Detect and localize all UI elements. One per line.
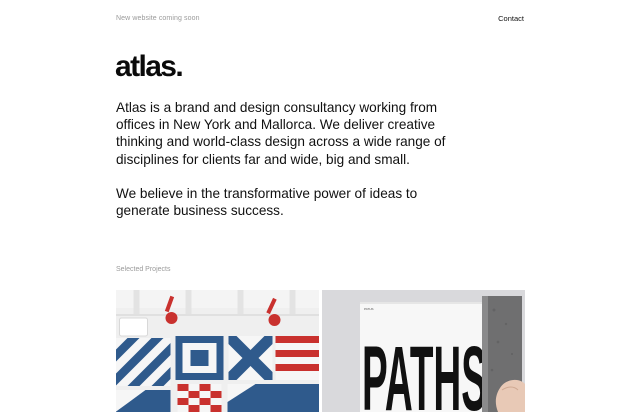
paths-magazine-image: PATHS PATHS xyxy=(322,290,525,412)
intro-text: Atlas is a brand and design consultancy … xyxy=(116,99,461,236)
svg-text:PATHS: PATHS xyxy=(364,307,374,311)
selected-projects-label: Selected Projects xyxy=(116,266,171,273)
nautical-flags-image xyxy=(116,290,319,412)
top-bar: New website coming soon Contact xyxy=(116,12,524,24)
intro-paragraph-1: Atlas is a brand and design consultancy … xyxy=(116,100,446,167)
projects-grid: PATHS PATHS xyxy=(116,290,525,412)
intro-paragraph-2: We believe in the transformative power o… xyxy=(116,185,418,219)
project-card-flags[interactable] xyxy=(116,290,319,412)
project-card-paths[interactable]: PATHS PATHS xyxy=(322,290,525,412)
coming-soon-notice: New website coming soon xyxy=(116,14,200,22)
contact-link[interactable]: Contact xyxy=(498,14,524,23)
atlas-logo[interactable]: atlas. xyxy=(115,52,184,82)
paths-cover-text: PATHS xyxy=(362,328,487,412)
